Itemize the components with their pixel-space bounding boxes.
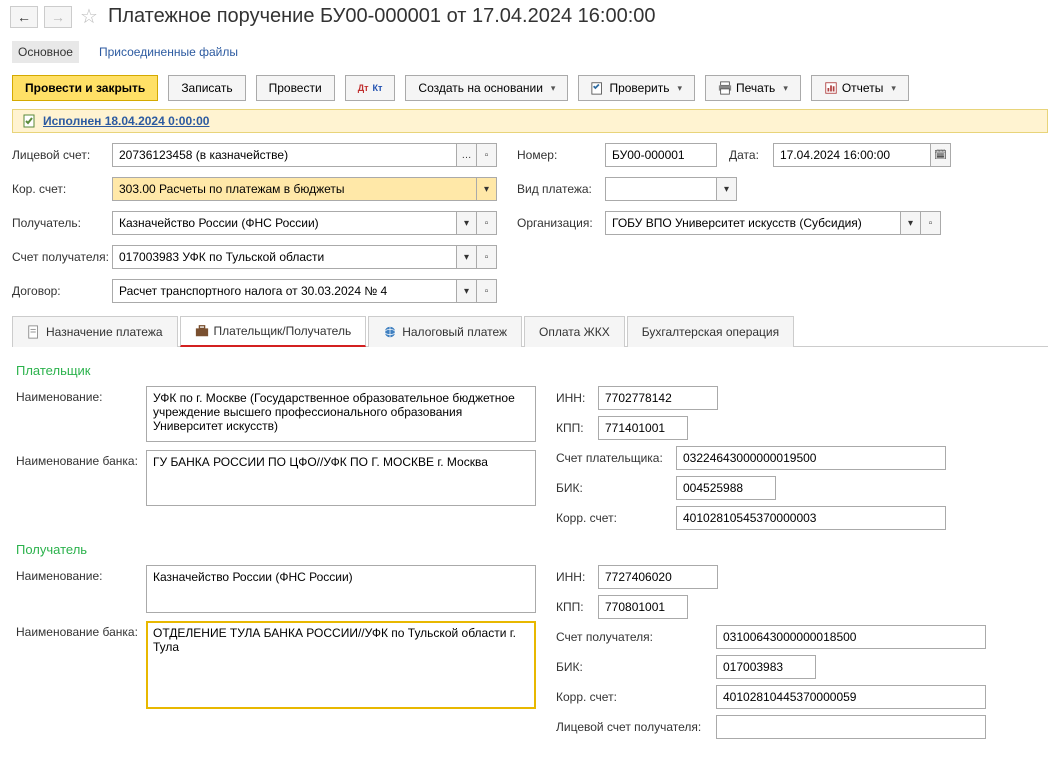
recipient-lic-label: Лицевой счет получателя: <box>556 720 716 734</box>
recipient-label: Получатель: <box>12 216 112 230</box>
payer-name-textarea[interactable] <box>146 386 536 442</box>
account-label: Лицевой счет: <box>12 148 112 162</box>
globe-icon <box>383 325 397 339</box>
post-and-close-button[interactable]: Провести и закрыть <box>12 75 158 101</box>
payer-inn-label: ИНН: <box>556 391 598 405</box>
check-icon <box>591 81 605 95</box>
rec-account-dropdown-button[interactable]: ▾ <box>457 245 477 269</box>
print-icon <box>718 81 732 95</box>
recipient-name-label: Наименование: <box>16 565 146 583</box>
recipient-acc-input[interactable] <box>716 625 986 649</box>
rec-account-input[interactable] <box>112 245 457 269</box>
recipient-kpp-label: КПП: <box>556 600 598 614</box>
navtab-files[interactable]: Присоединенные файлы <box>93 41 244 63</box>
cor-account-dropdown-button[interactable]: ▾ <box>477 177 497 201</box>
payer-bik-input[interactable] <box>676 476 776 500</box>
recipient-bank-label: Наименование банка: <box>16 621 146 639</box>
organization-input[interactable] <box>605 211 901 235</box>
payer-korr-label: Корр. счет: <box>556 511 676 525</box>
contract-open-button[interactable]: ▫ <box>477 279 497 303</box>
rec-account-open-button[interactable]: ▫ <box>477 245 497 269</box>
recipient-bik-label: БИК: <box>556 660 716 674</box>
payer-korr-input[interactable] <box>676 506 946 530</box>
date-label: Дата: <box>729 148 773 162</box>
date-input[interactable] <box>773 143 931 167</box>
date-calendar-button[interactable]: 🗓 <box>931 143 951 167</box>
check-button[interactable]: Проверить <box>578 75 695 101</box>
navtab-main[interactable]: Основное <box>12 41 79 63</box>
tab-tax[interactable]: Налоговый платеж <box>368 316 522 347</box>
tab-zkh[interactable]: Оплата ЖКХ <box>524 316 625 347</box>
payer-inn-input[interactable] <box>598 386 718 410</box>
payer-name-label: Наименование: <box>16 386 146 404</box>
document-icon <box>27 325 41 339</box>
payer-section-title: Плательщик <box>16 363 1044 378</box>
recipient-lic-input[interactable] <box>716 715 986 739</box>
payment-type-label: Вид платежа: <box>517 182 605 196</box>
tab-payer-recipient[interactable]: Плательщик/Получатель <box>180 316 367 347</box>
account-select-button[interactable]: … <box>457 143 477 167</box>
payer-acc-label: Счет плательщика: <box>556 451 676 465</box>
cor-account-input[interactable] <box>112 177 477 201</box>
print-button[interactable]: Печать <box>705 75 801 101</box>
report-icon <box>824 81 838 95</box>
recipient-acc-label: Счет получателя: <box>556 630 716 644</box>
payment-type-dropdown-button[interactable]: ▾ <box>717 177 737 201</box>
nav-forward-button[interactable]: → <box>44 6 72 28</box>
recipient-input[interactable] <box>112 211 457 235</box>
recipient-open-button[interactable]: ▫ <box>477 211 497 235</box>
tab-accounting[interactable]: Бухгалтерская операция <box>627 316 794 347</box>
tab-purpose[interactable]: Назначение платежа <box>12 316 178 347</box>
organization-dropdown-button[interactable]: ▾ <box>901 211 921 235</box>
status-icon <box>23 114 37 128</box>
recipient-korr-input[interactable] <box>716 685 986 709</box>
account-open-button[interactable]: ▫ <box>477 143 497 167</box>
cor-account-label: Кор. счет: <box>12 182 112 196</box>
account-input[interactable] <box>112 143 457 167</box>
payment-type-input[interactable] <box>605 177 717 201</box>
status-bar: Исполнен 18.04.2024 0:00:00 <box>12 109 1048 133</box>
status-link[interactable]: Исполнен 18.04.2024 0:00:00 <box>43 114 209 128</box>
recipient-bank-textarea[interactable] <box>146 621 536 709</box>
rec-account-label: Счет получателя: <box>12 250 112 264</box>
payer-bank-textarea[interactable] <box>146 450 536 506</box>
recipient-inn-label: ИНН: <box>556 570 598 584</box>
number-input[interactable] <box>605 143 717 167</box>
payer-bik-label: БИК: <box>556 481 676 495</box>
recipient-korr-label: Корр. счет: <box>556 690 716 704</box>
contract-dropdown-button[interactable]: ▾ <box>457 279 477 303</box>
favorite-star-icon[interactable]: ☆ <box>80 4 98 29</box>
save-button[interactable]: Записать <box>168 75 245 101</box>
create-based-button[interactable]: Создать на основании <box>405 75 568 101</box>
post-button[interactable]: Провести <box>256 75 335 101</box>
page-title: Платежное поручение БУ00-000001 от 17.04… <box>108 5 656 28</box>
recipient-name-textarea[interactable] <box>146 565 536 613</box>
recipient-section-title: Получатель <box>16 542 1044 557</box>
number-label: Номер: <box>517 148 605 162</box>
organization-open-button[interactable]: ▫ <box>921 211 941 235</box>
recipient-dropdown-button[interactable]: ▾ <box>457 211 477 235</box>
payer-kpp-input[interactable] <box>598 416 688 440</box>
contract-input[interactable] <box>112 279 457 303</box>
contract-label: Договор: <box>12 284 112 298</box>
payer-acc-input[interactable] <box>676 446 946 470</box>
recipient-kpp-input[interactable] <box>598 595 688 619</box>
payer-kpp-label: КПП: <box>556 421 598 435</box>
recipient-bik-input[interactable] <box>716 655 816 679</box>
nav-back-button[interactable]: ← <box>10 6 38 28</box>
dtKt-button[interactable]: ДтКт <box>345 75 396 101</box>
reports-button[interactable]: Отчеты <box>811 75 909 101</box>
recipient-inn-input[interactable] <box>598 565 718 589</box>
organization-label: Организация: <box>517 216 605 230</box>
briefcase-icon <box>195 324 209 338</box>
payer-bank-label: Наименование банка: <box>16 450 146 468</box>
